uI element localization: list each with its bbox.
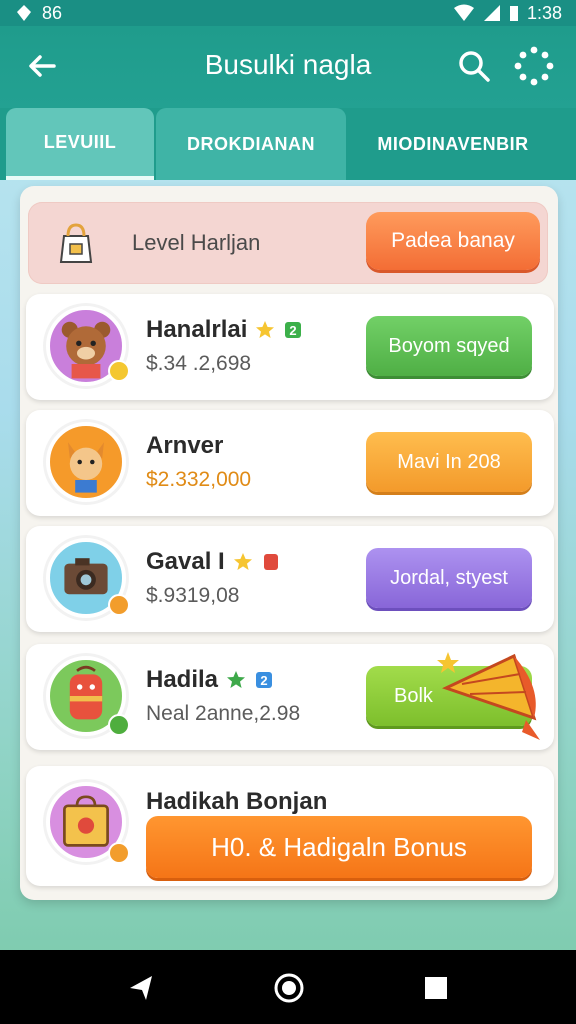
star-icon <box>233 553 252 570</box>
row-name: Gaval I <box>146 548 281 576</box>
row-value: $.34 .2,698 <box>146 352 252 375</box>
list-item: Gaval I $.9319,08 Jordal, styest <box>26 526 554 632</box>
system-nav-bar <box>0 950 576 1024</box>
blue-badge-icon: 2 <box>256 672 273 688</box>
green-badge-icon: 2 <box>285 322 302 338</box>
row-name: Hadikah Bonjan <box>146 788 327 816</box>
bonus-button[interactable]: H0. & Hadigaln Bonus <box>146 816 532 878</box>
row-name: Hanalrlai 2 <box>146 316 303 344</box>
nav-recents-icon[interactable] <box>420 972 452 1004</box>
search-icon[interactable] <box>456 48 492 84</box>
row-value: Neal 2anne,2.98 <box>146 702 301 725</box>
row-name-text: Hanalrlai <box>146 316 248 343</box>
row-name: Hadila 2 <box>146 666 274 694</box>
coin-badge-icon <box>108 842 130 864</box>
tab-bar: LEVUIIL DROKDIANAN MIODINAVENBIR <box>0 108 576 180</box>
coin-badge-icon <box>108 594 130 616</box>
tab-miodinavenbir[interactable]: MIODINAVENBIR <box>348 108 558 180</box>
blue-badge-number: 2 <box>260 673 267 688</box>
level-label: Level Harljan <box>132 230 261 255</box>
list-item: Hadila 2 Neal 2anne,2.98 Bolk <box>26 644 554 750</box>
coin-badge-icon <box>108 360 130 382</box>
row-name-text: Gaval I <box>146 548 225 575</box>
tab-level[interactable]: LEVUIIL <box>6 108 154 180</box>
leaf-badge-icon <box>108 714 130 736</box>
status-time: 1:38 <box>526 2 562 23</box>
status-bar: 86 1:38 <box>0 0 576 26</box>
diamond-icon <box>17 5 31 21</box>
level-button[interactable]: Padea banay <box>366 212 540 270</box>
row-name-text: Arnver <box>146 432 224 459</box>
row-action-button[interactable]: Mavi In 208 <box>366 432 532 492</box>
nav-back-icon[interactable] <box>126 972 158 1004</box>
list-item: Arnver $2.332,000 Mavi In 208 <box>26 410 554 516</box>
loading-dots-icon[interactable] <box>514 46 554 86</box>
signal-icon <box>483 5 500 21</box>
bag-icon <box>59 223 93 263</box>
row-action-button[interactable]: Boyom sqyed <box>366 316 532 376</box>
app-bar: Busulki nagla <box>0 26 576 108</box>
list-item: Hanalrlai 2 $.34 .2,698 Boyom sqyed <box>26 294 554 400</box>
row-name-text: Hadila <box>146 666 219 693</box>
level-header: Level Harljan Padea banay <box>28 202 548 284</box>
avatar <box>46 422 126 502</box>
green-badge-number: 2 <box>290 323 297 338</box>
row-action-button[interactable]: Jordal, styest <box>366 548 532 608</box>
battery-icon <box>509 6 518 21</box>
fox-avatar-icon <box>68 442 104 493</box>
party-horn-icon <box>437 652 540 740</box>
status-left-text: 86 <box>42 2 63 23</box>
row-value: $.9319,08 <box>146 584 240 607</box>
tab-drokdianan[interactable]: DROKDIANAN <box>156 108 346 180</box>
nav-home-icon[interactable] <box>273 972 305 1004</box>
red-tag-icon <box>263 554 278 570</box>
green-star-icon <box>227 671 246 688</box>
row-name-text: Hadikah Bonjan <box>146 788 328 815</box>
row-value: $2.332,000 <box>146 468 252 491</box>
wifi-icon <box>453 4 474 21</box>
star-icon <box>256 321 275 338</box>
row-name: Arnver <box>146 432 223 460</box>
